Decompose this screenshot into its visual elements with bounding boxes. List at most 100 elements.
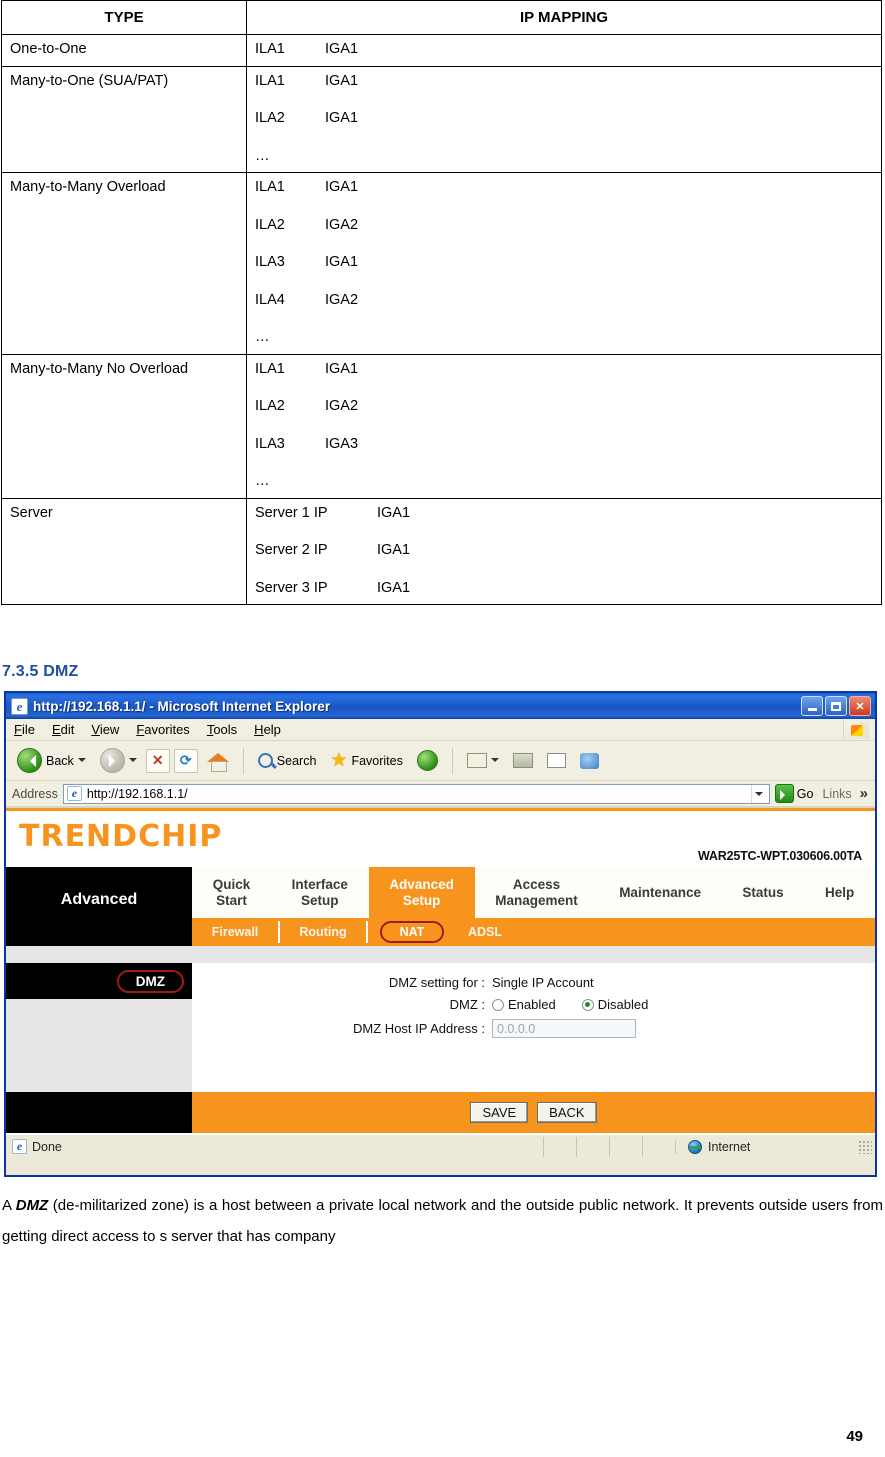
mapping-local: ILA4 [255, 291, 285, 308]
router-nav-row: Advanced Quick Start Interface Setup Advance… [6, 867, 875, 918]
firmware-version: WAR25TC-WPT.030606.00TA [698, 849, 862, 863]
table-row: Server Server 1 IP IGA1 Server 2 IP IGA1 Serv… [1, 497, 882, 605]
refresh-button[interactable]: ⟳ [173, 748, 198, 773]
nav-tab-interface[interactable]: Interface Setup [271, 867, 369, 918]
favorites-button[interactable]: ★ Favorites [325, 749, 407, 772]
star-icon: ★ [330, 750, 348, 771]
ip-mapping-pair: ILA1 IGA1 [255, 42, 875, 57]
radio-icon [581, 999, 594, 1011]
dmz-setting-for-value: Single IP Account [492, 975, 594, 990]
menu-items: File Edit View Favorites Tools Help [14, 722, 281, 737]
links-label[interactable]: Links [822, 787, 851, 801]
sub-tab-nat[interactable]: NAT [380, 921, 444, 943]
sub-tab-routing[interactable]: Routing [280, 921, 368, 943]
bold-term-dmz: DMZ [15, 1197, 49, 1214]
mapping-global: IGA1 [325, 72, 359, 89]
router-sidebar: DMZ [6, 963, 192, 1092]
mapping-local: Server 1 IP [255, 504, 328, 521]
history-button[interactable] [412, 748, 443, 773]
address-bar: Address e http://192.168.1.1/ Go Links » [6, 781, 875, 808]
minimize-button[interactable] [801, 696, 823, 716]
edit-button[interactable] [542, 751, 571, 770]
mapping-local: ILA1 [255, 72, 285, 89]
mapping-global: IGA1 [325, 179, 359, 195]
back-button[interactable]: Back [12, 746, 91, 775]
mapping-global: IGA2 [325, 398, 359, 414]
cell-ip-mapping: ILA1 IGA1 ILA2 IGA2 ILA3 IGA3… [246, 353, 882, 499]
section-heading: 7.3.5 DMZ [2, 663, 79, 680]
status-left: e Done [6, 1139, 543, 1154]
sub-tab-firewall[interactable]: Firewall [192, 921, 280, 943]
nav-tab-maintenance[interactable]: Maintenance [598, 867, 721, 918]
mapping-local: ILA3 [255, 254, 285, 270]
nav-tab-quick[interactable]: Quick Start [192, 867, 271, 918]
table-header-row: TYPE IP MAPPING [1, 0, 882, 35]
windows-flag-icon [843, 720, 869, 739]
status-text: Done [32, 1139, 62, 1154]
page-number: 49 [846, 1428, 863, 1445]
address-input[interactable]: e http://192.168.1.1/ [62, 783, 770, 804]
nav-tab-label: Quick Start [212, 876, 251, 908]
search-button[interactable]: Search [253, 751, 322, 770]
router-subnav-row: Firewall Routing NAT ADSL [6, 918, 875, 946]
stop-button[interactable]: ✕ [145, 748, 170, 773]
radio-label: Disabled [597, 997, 649, 1012]
ip-mapping-pair: … [255, 148, 875, 164]
menu-item-tools[interactable]: Tools [207, 722, 237, 737]
table-row: Many-to-Many Overload ILA1 IGA1 ILA2 IGA2 ILA… [1, 172, 882, 355]
nav-tab-status[interactable]: Status [722, 867, 805, 918]
dmz-setting-for-label: DMZ setting for : [388, 975, 485, 990]
nav-tab-access[interactable]: Access Management [475, 867, 599, 918]
search-icon [257, 753, 273, 768]
ip-mapping-pair: ILA1 IGA1 [255, 72, 875, 89]
radio-option-disabled[interactable]: Disabled [581, 997, 662, 1012]
menu-item-edit[interactable]: Edit [52, 722, 74, 737]
mapping-global: IGA1 [325, 41, 359, 57]
sidebar-item-dmz[interactable]: DMZ [116, 969, 184, 993]
resize-grip[interactable] [858, 1139, 872, 1154]
printer-icon [512, 753, 533, 768]
dmz-host-ip-input[interactable]: 0.0.0.0 [492, 1019, 636, 1038]
address-dropdown-button[interactable] [750, 784, 767, 803]
radio-label: Enabled [508, 997, 556, 1012]
overflow-chevron-icon[interactable]: » [857, 785, 871, 802]
close-button[interactable]: ✕ [849, 696, 871, 716]
messenger-button[interactable] [575, 751, 604, 771]
nat-type-mapping-table: TYPE IP MAPPING One-to-One ILA1 IGA1 Many-t… [1, 0, 882, 605]
maximize-icon [831, 701, 841, 711]
menu-item-view[interactable]: View [91, 722, 119, 737]
toolbar-divider [451, 747, 453, 774]
column-header-ip-mapping: IP MAPPING [246, 0, 882, 35]
dmz-radio-group[interactable]: Enabled Disabled [492, 997, 674, 1012]
ie-logo-icon [11, 697, 28, 715]
menu-item-favorites[interactable]: Favorites [136, 722, 189, 737]
mail-button[interactable] [462, 751, 504, 770]
sub-tab-adsl[interactable]: ADSL [456, 921, 502, 943]
home-button[interactable] [202, 749, 234, 773]
cell-type: Server [1, 497, 247, 605]
dmz-settings-panel: DMZ setting for : Single IP Account DMZ … [192, 963, 875, 1092]
menu-item-file[interactable]: File [14, 722, 35, 737]
forward-button[interactable] [95, 746, 142, 775]
radio-option-enabled[interactable]: Enabled [492, 997, 569, 1012]
mapping-local: ILA2 [255, 110, 285, 126]
save-button[interactable]: SAVE [470, 1102, 529, 1123]
mapping-local: ILA2 [255, 216, 285, 233]
back-button[interactable]: BACK [537, 1102, 597, 1123]
ip-mapping-pair: ILA4 IGA2 [255, 291, 875, 308]
mapping-global: IGA2 [325, 216, 359, 233]
browser-toolbar: Back ✕ ⟳ Search ★ Favorites [6, 741, 875, 781]
ip-mapping-pair: ILA2 IGA1 [255, 111, 875, 126]
ip-mapping-pair: … [255, 474, 875, 489]
menu-item-help[interactable]: Help [254, 722, 281, 737]
nav-tab-help[interactable]: Help [804, 867, 875, 918]
globe-icon [688, 1139, 702, 1154]
maximize-button[interactable] [825, 696, 847, 716]
print-button[interactable] [508, 751, 538, 770]
history-icon [416, 750, 438, 771]
go-button[interactable]: Go [774, 784, 813, 803]
chevron-down-icon [128, 758, 137, 766]
ip-mapping-pair: ILA3 IGA1 [255, 255, 875, 270]
sidebar-body [6, 999, 192, 1092]
nav-tab-advanced[interactable]: Advanced Setup [368, 867, 475, 918]
